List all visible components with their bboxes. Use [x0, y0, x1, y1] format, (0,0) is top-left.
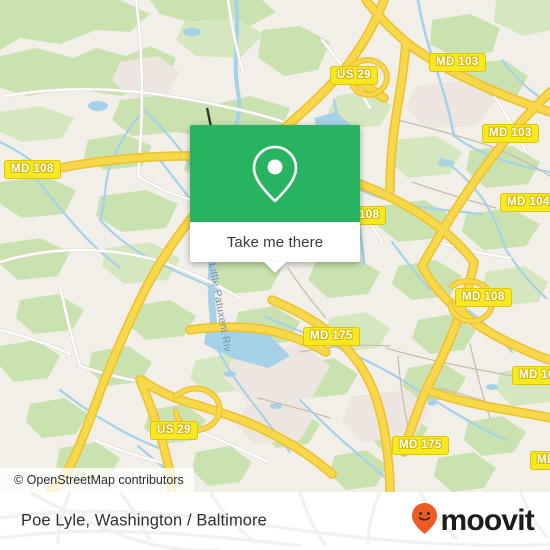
map-pin-icon: [249, 143, 301, 205]
road-shield: MD 175: [392, 436, 449, 455]
moovit-wordmark: moovit: [440, 504, 534, 537]
page-title: Poe Lyle, Washington / Baltimore: [21, 511, 267, 530]
station-popup-card[interactable]: Take me there: [190, 125, 360, 273]
popup-pointer-arrow: [264, 262, 286, 273]
footer-bar: Poe Lyle, Washington / Baltimore moovit: [0, 492, 550, 550]
osm-attribution[interactable]: © OpenStreetMap contributors: [0, 468, 194, 492]
moovit-station-map-screen: .g { fill:#C9E2AF; } .g2 { fill:#D5E7BE;…: [0, 0, 550, 550]
road-shield: US 29: [150, 421, 198, 440]
take-me-there-label: Take me there: [226, 233, 324, 251]
road-shield: MD 175: [303, 327, 360, 346]
popup-icon-area: [190, 125, 360, 222]
road-shield: MD 108: [4, 160, 61, 179]
road-shield: MD 103: [482, 124, 539, 143]
road-shield: US 29: [330, 66, 378, 85]
road-shield: MD 104: [500, 193, 550, 212]
road-shield: MD: [530, 451, 550, 470]
moovit-smiley-pin-icon: [411, 502, 438, 540]
popup-action-area[interactable]: Take me there: [190, 222, 360, 273]
road-shield: MD 103: [429, 53, 486, 72]
road-shield: MD 108: [455, 288, 512, 307]
road-shield: MD 108: [512, 366, 550, 385]
moovit-logo[interactable]: moovit: [411, 502, 535, 540]
